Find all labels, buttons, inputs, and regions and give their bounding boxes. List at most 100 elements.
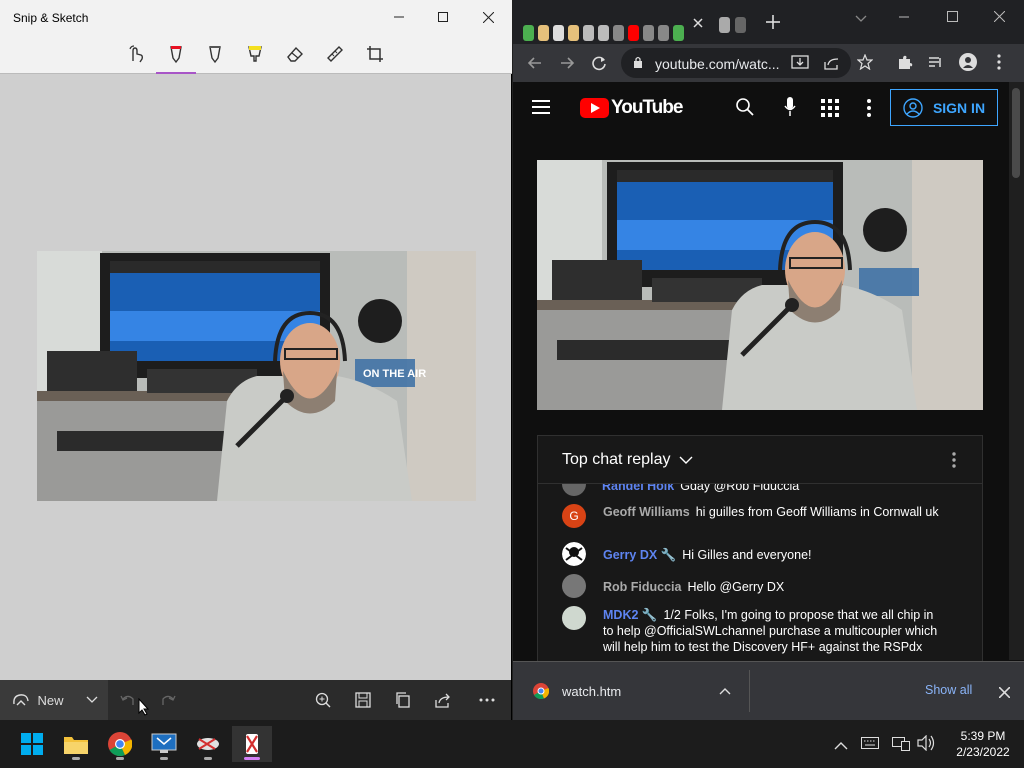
taskbar-snip-sketch[interactable] [232,726,272,762]
tab-google-favicon[interactable] [673,25,684,41]
zoom-in-icon [315,692,331,708]
running-indicator [160,757,168,760]
keyboard-indicator[interactable] [861,736,879,754]
eraser-icon [287,46,303,62]
voice-search-button[interactable] [784,97,796,122]
network-icon [892,737,910,751]
settings-menu-button[interactable] [867,99,871,122]
close-button[interactable] [993,9,1006,27]
save-button[interactable] [348,680,378,720]
search-button[interactable] [736,98,754,121]
profile-button[interactable] [959,53,977,76]
list-item: Randel Holk Gday @Rob Fiduccia [602,484,962,494]
start-button[interactable] [12,726,52,762]
new-snip-dropdown[interactable] [76,680,108,720]
tab-favicon[interactable] [568,25,579,41]
scissors-icon [197,738,219,750]
arrow-left-icon [527,57,541,69]
bookmark-button[interactable] [856,53,874,75]
close-icon [482,11,494,23]
close-download-shelf-button[interactable] [998,685,1011,703]
sign-in-button[interactable]: SIGN IN [890,89,998,126]
tab-favicon[interactable] [538,25,549,41]
tab-audio-favicon[interactable] [613,25,624,41]
tab-audio-favicon[interactable] [643,25,654,41]
pencil-button[interactable] [198,38,232,70]
chat-text: Hi Gilles and everyone! [682,548,812,562]
chrome-menu-button[interactable] [997,54,1001,75]
chat-more-button[interactable] [952,452,956,473]
chat-author: Geoff Williams [603,505,690,519]
forward-button[interactable] [559,55,575,76]
undo-icon [120,695,134,705]
more-options-button[interactable] [472,680,502,720]
volume-indicator[interactable] [917,734,935,756]
tab-favicon[interactable] [598,25,609,41]
highlighter-button[interactable] [238,38,272,70]
tab-google-favicon[interactable] [523,25,534,41]
tab-audio-favicon[interactable] [658,25,669,41]
tab-favicon[interactable] [735,17,746,33]
taskbar-snipping-tool[interactable] [188,726,228,762]
clock[interactable]: 5:39 PM 2/23/2022 [948,728,1018,760]
chrome-window: youtube.com/watc... YouTube SIGN IN Top … [513,0,1024,720]
puzzle-icon [899,55,913,69]
tab-favicon[interactable] [719,17,730,33]
zoom-button[interactable] [308,680,338,720]
ruler-button[interactable] [318,38,352,70]
ballpoint-pen-button[interactable] [156,38,196,74]
apps-grid-icon [821,99,839,117]
share-button[interactable] [824,54,840,75]
maximize-button[interactable] [947,9,958,27]
download-item[interactable]: watch.htm [527,670,749,712]
guide-menu-button[interactable] [532,100,550,119]
snip-toolbar [0,34,512,74]
chat-messages: Randel Holk Gday @Rob Fiduccia G Geoff Wi… [538,484,982,662]
touch-writing-button[interactable] [119,38,153,70]
maximize-button[interactable] [420,0,466,34]
scrollbar-thumb[interactable] [1012,88,1020,178]
show-hidden-icons-button[interactable] [834,737,848,755]
monitor-icon [151,733,177,753]
apps-button[interactable] [821,99,839,122]
page-scrollbar[interactable] [1009,82,1024,660]
account-icon [903,97,923,118]
new-tab-button[interactable] [765,14,781,35]
arrow-right-icon [561,57,575,69]
share-button[interactable] [428,680,458,720]
tab-search-button[interactable] [855,10,867,28]
video-sign-text: ON THE AIR [363,368,426,380]
snip-canvas[interactable]: ON THE AIR [0,74,511,680]
chat-mode-dropdown[interactable]: Top chat replay [562,451,693,469]
eraser-button[interactable] [278,38,312,70]
crop-button[interactable] [358,38,392,70]
video-player[interactable] [537,160,983,410]
minimize-button[interactable] [376,0,422,34]
pencil-icon [209,46,221,64]
tab-close-button[interactable] [693,16,703,31]
pirate-avatar-icon [562,542,586,566]
tab-favicon[interactable] [583,25,594,41]
share-icon [824,58,839,70]
back-button[interactable] [527,55,543,76]
minimize-button[interactable] [899,8,909,26]
redo-button[interactable] [154,680,182,720]
address-bar[interactable]: youtube.com/watc... [621,48,851,78]
extensions-button[interactable] [897,54,913,75]
tab-download-favicon[interactable] [553,25,564,41]
media-controls-button[interactable] [928,54,944,75]
close-button[interactable] [465,0,511,34]
clock-time: 5:39 PM [960,729,1006,743]
taskbar-chrome[interactable] [100,726,140,762]
taskbar-remote-app[interactable] [144,726,184,762]
reload-button[interactable] [591,55,607,76]
new-snip-button[interactable]: New [0,680,76,720]
copy-button[interactable] [388,680,418,720]
network-indicator[interactable] [892,735,910,756]
tab-youtube-favicon[interactable] [628,25,639,41]
copy-icon [396,692,410,708]
taskbar-file-explorer[interactable] [56,726,96,762]
youtube-logo[interactable]: YouTube [580,97,683,119]
show-all-link[interactable]: Show all [925,683,972,697]
install-app-button[interactable] [791,54,809,75]
